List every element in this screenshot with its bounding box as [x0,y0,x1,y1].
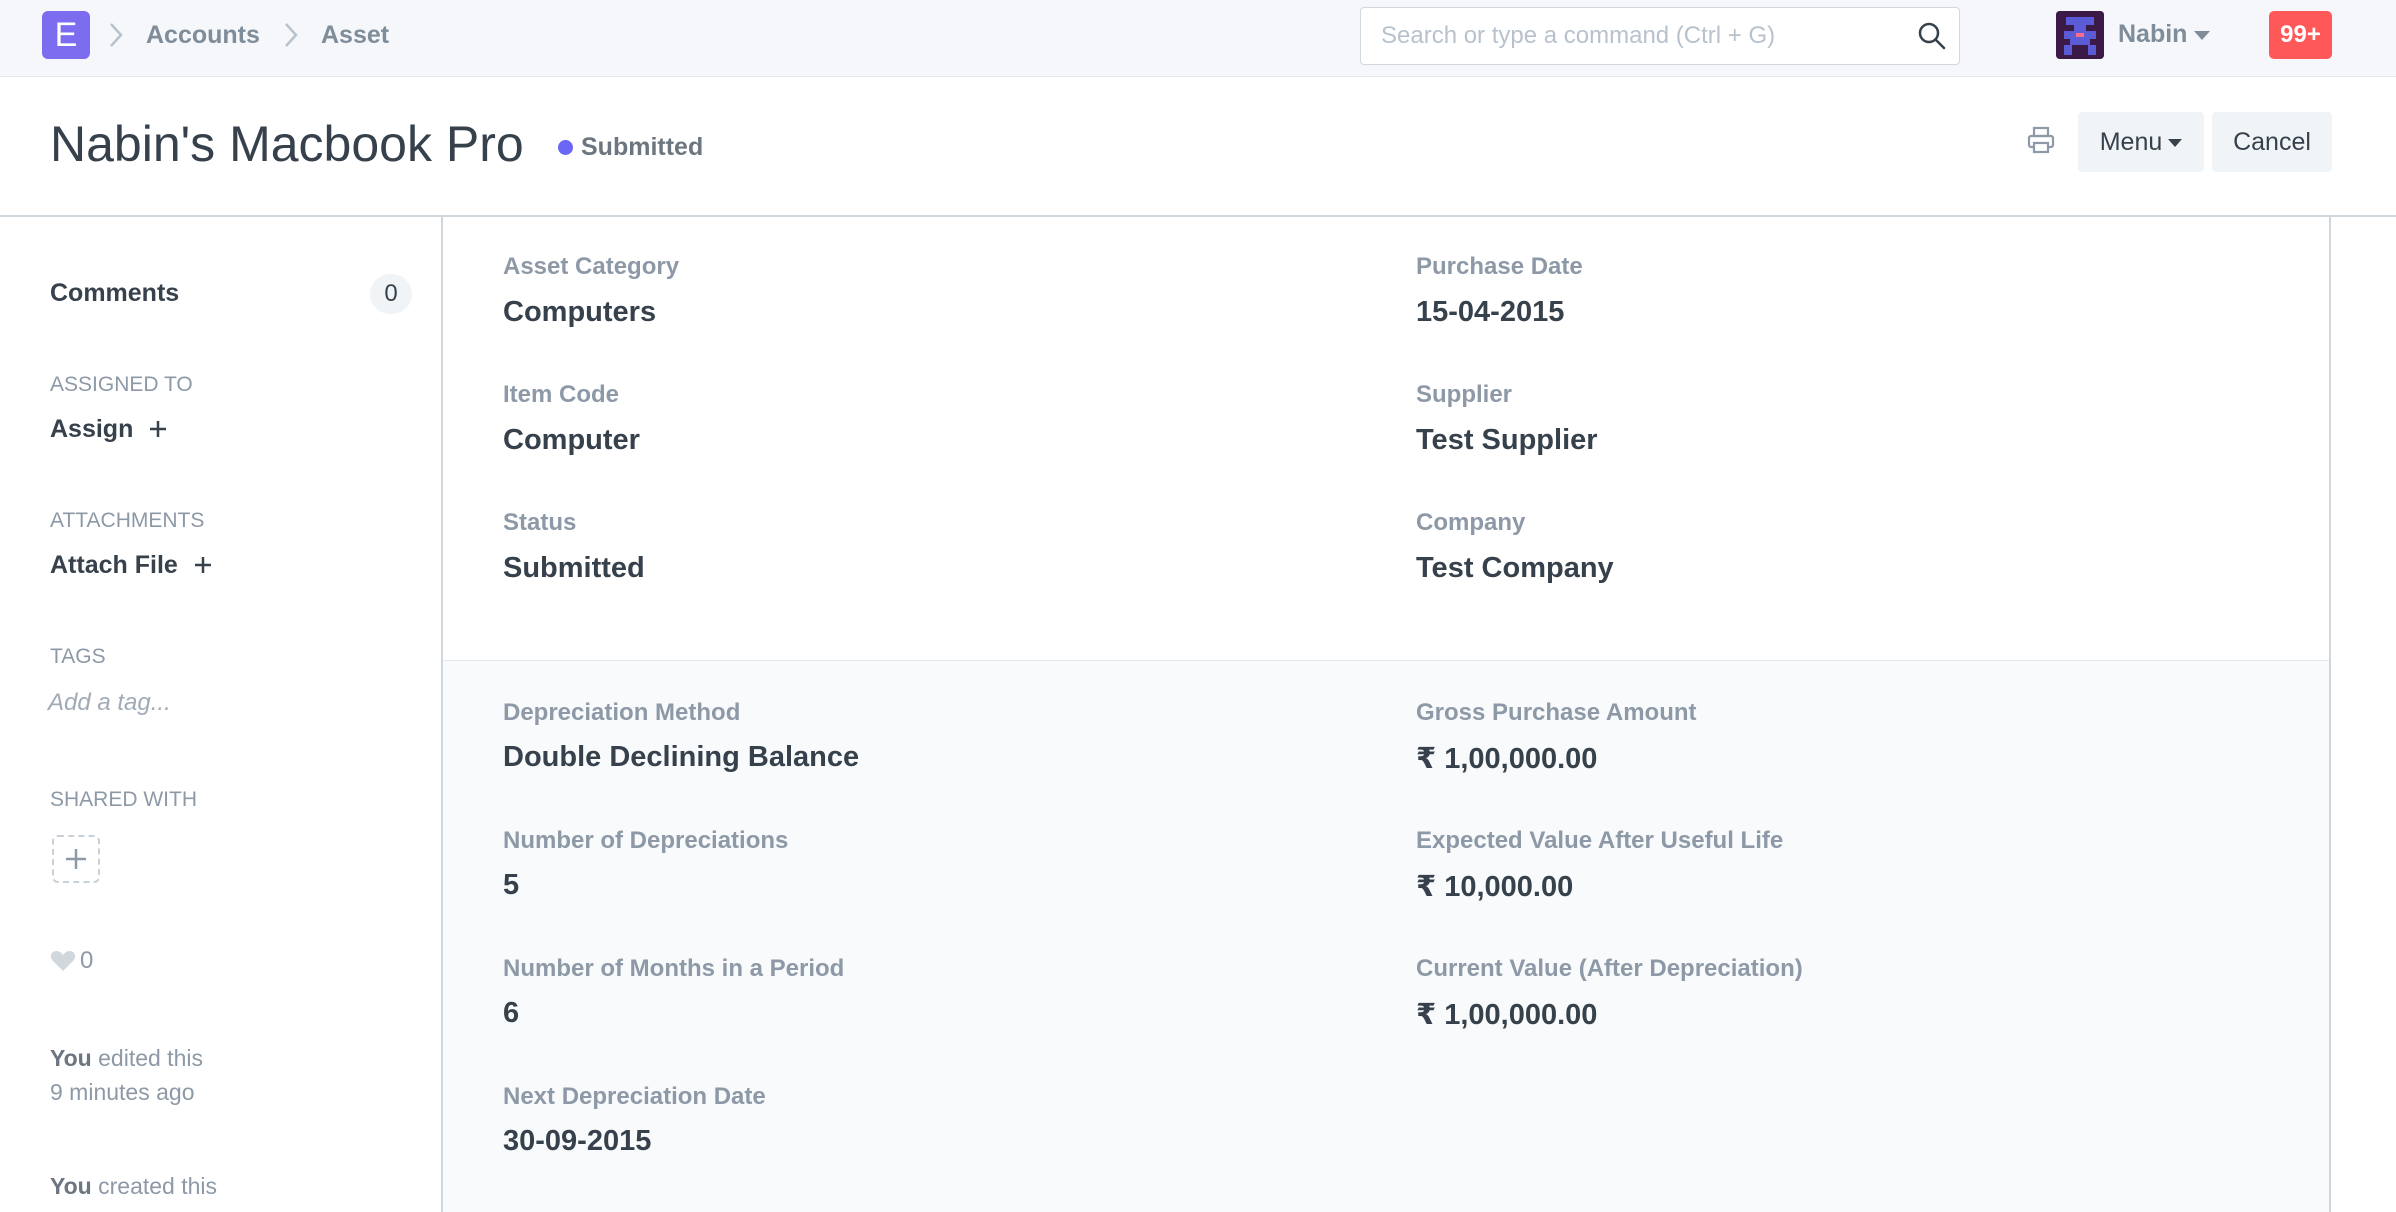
field-value-next-depreciation-date: 30-09-2015 [503,1125,652,1157]
breadcrumb-accounts[interactable]: Accounts [146,20,260,50]
form-sidebar: Comments 0 ASSIGNED TO Assign ATTACHMENT… [0,219,440,1212]
field-value-depreciation-method: Double Declining Balance [503,741,860,773]
field-label: Current Value (After Depreciation) [1416,955,1803,982]
field-label: Company [1416,509,1526,536]
activity-actor: You [50,1045,92,1071]
field-value-gross-purchase-amount: ₹ 1,00,000.00 [1416,743,1598,775]
field-value-status: Submitted [503,552,645,584]
page-title: Nabin's Macbook Pro [50,116,524,172]
form-section-details: Asset Category Computers Purchase Date 1… [443,217,2329,661]
status-badge: Submitted [581,133,704,161]
activity-time: 9 minutes ago [50,1079,195,1105]
search-input[interactable]: Search or type a command (Ctrl + G) [1360,7,1960,65]
field-value-months-in-period: 6 [503,997,520,1029]
field-value-current-value: ₹ 1,00,000.00 [1416,999,1598,1031]
field-label: Number of Months in a Period [503,955,845,982]
top-navbar: E Accounts Asset Search or type a comman… [0,0,2396,77]
field-value-supplier[interactable]: Test Supplier [1416,424,1598,457]
field-value-number-of-depreciations: 5 [503,869,520,901]
app-logo[interactable]: E [42,11,90,59]
cancel-button[interactable]: Cancel [2212,112,2332,172]
field-label: Supplier [1416,381,1513,408]
activity-item: You edited this 9 minutes ago [50,1041,203,1109]
attach-file-button[interactable]: Attach File [50,551,213,580]
activity-item: You created this [50,1169,217,1203]
field-label: Expected Value After Useful Life [1416,827,1784,854]
field-value-expected-value-after-useful-life: ₹ 10,000.00 [1416,871,1574,903]
form-section-depreciation: Depreciation Method Double Declining Bal… [443,661,2329,1212]
comments-link[interactable]: Comments [50,279,179,308]
field-label: Purchase Date [1416,253,1583,280]
field-value-asset-category[interactable]: Computers [503,296,656,329]
menu-button[interactable]: Menu [2078,112,2204,172]
search-icon[interactable] [1917,21,1947,51]
chevron-right-icon [285,23,298,47]
assigned-to-heading: ASSIGNED TO [50,373,193,396]
field-label: Gross Purchase Amount [1416,699,1697,726]
activity-actor: You [50,1173,92,1199]
print-icon[interactable] [2025,124,2057,156]
page-head: Nabin's Macbook Pro Submitted Menu Cance… [0,77,2396,217]
tags-heading: TAGS [50,645,106,668]
plus-icon [150,421,167,437]
search-placeholder: Search or type a command (Ctrl + G) [1381,22,1776,49]
attach-file-label: Attach File [50,551,178,579]
chevron-right-icon [110,23,123,47]
field-value-purchase-date[interactable]: 15-04-2015 [1416,296,1564,329]
breadcrumb-asset[interactable]: Asset [321,20,389,50]
field-label: Item Code [503,381,620,408]
activity-action: edited this [91,1045,203,1071]
avatar[interactable] [2056,11,2104,59]
menu-button-label: Menu [2099,128,2163,156]
comments-count-badge: 0 [370,274,412,314]
field-value-item-code[interactable]: Computer [503,424,640,457]
assign-button[interactable]: Assign [50,415,168,444]
attachments-heading: ATTACHMENTS [50,509,205,532]
caret-down-icon[interactable] [2194,31,2210,40]
plus-icon [66,849,86,869]
activity-action: created this [91,1173,218,1199]
field-label: Asset Category [503,253,680,280]
heart-icon[interactable] [50,949,76,973]
field-value-company[interactable]: Test Company [1416,552,1614,585]
assign-label: Assign [50,415,134,443]
plus-icon [194,557,211,573]
field-label: Depreciation Method [503,699,741,726]
like-count: 0 [80,947,94,974]
caret-down-icon [2168,139,2183,148]
form-body: Asset Category Computers Purchase Date 1… [441,217,2331,1212]
field-label: Status [503,509,577,536]
notifications-badge[interactable]: 99+ [2269,11,2332,59]
user-menu-name[interactable]: Nabin [2118,20,2187,49]
avatar-icon [2056,11,2104,59]
status-indicator-dot [558,140,573,155]
add-share-button[interactable] [52,835,100,883]
add-tag-input[interactable]: Add a tag... [48,689,171,717]
field-label: Next Depreciation Date [503,1083,766,1110]
field-label: Number of Depreciations [503,827,789,854]
shared-with-heading: SHARED WITH [50,788,197,811]
